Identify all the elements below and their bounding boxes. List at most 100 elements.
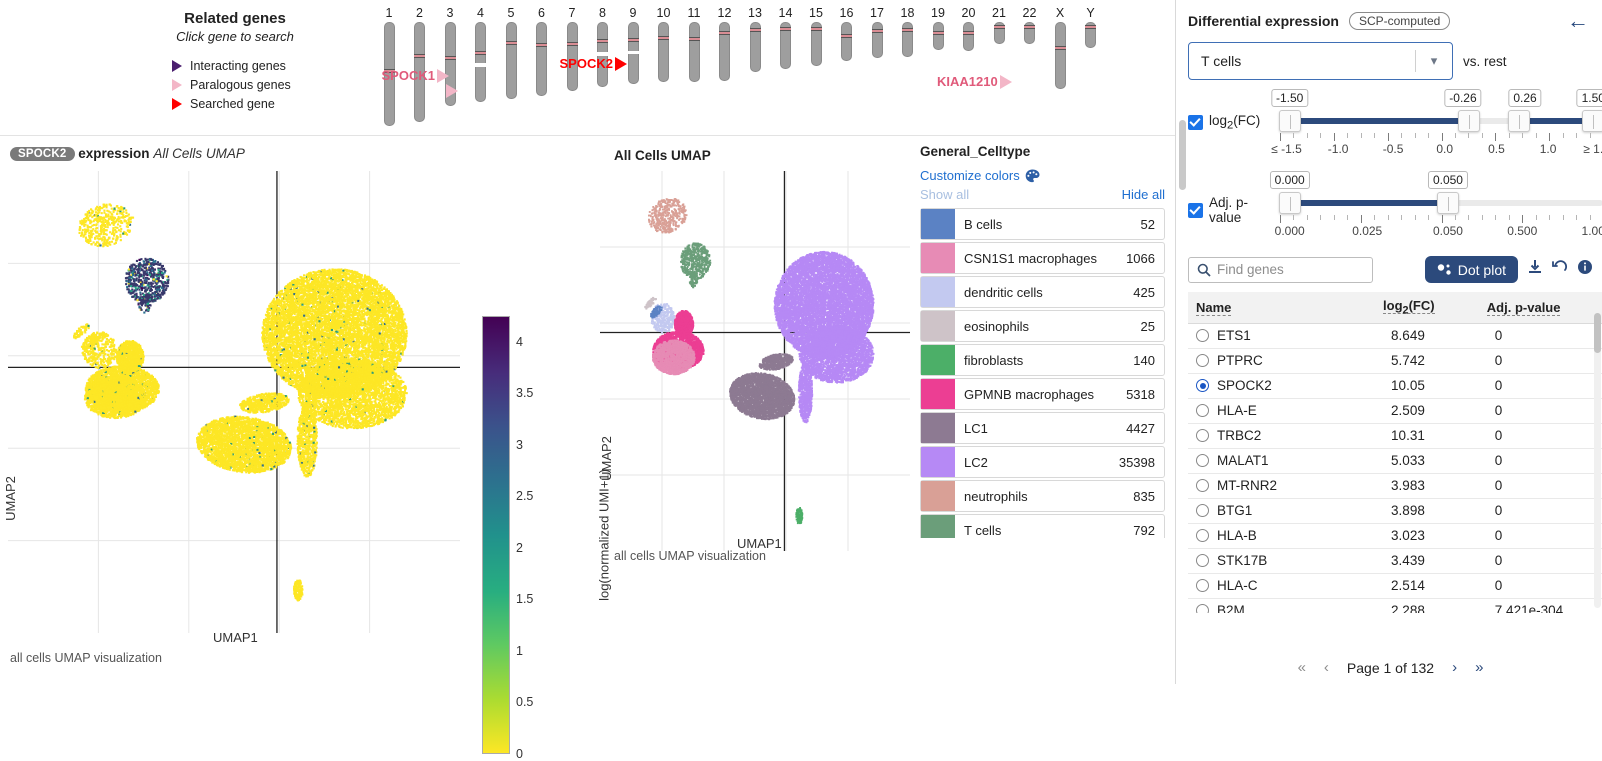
next-page-button[interactable]: ›: [1452, 659, 1457, 676]
fc-handle-1[interactable]: [1458, 110, 1480, 132]
umap-mid-svg[interactable]: [600, 171, 910, 551]
gene-radio[interactable]: [1196, 454, 1209, 467]
chromosome-5[interactable]: 5: [500, 6, 522, 99]
gene-radio[interactable]: [1196, 604, 1209, 613]
table-row[interactable]: HLA-B3.0230: [1188, 523, 1602, 548]
chromosome-X[interactable]: X: [1049, 6, 1071, 89]
table-row[interactable]: STK17B3.4390: [1188, 548, 1602, 573]
gene-name-cell[interactable]: HLA-E: [1188, 398, 1383, 423]
chromosome-8[interactable]: 8: [592, 6, 614, 87]
gene-radio[interactable]: [1196, 554, 1209, 567]
legend-color-swatch[interactable]: [921, 209, 955, 239]
chromosome-6[interactable]: 6: [531, 6, 553, 96]
gene-name-cell[interactable]: TRBC2: [1188, 423, 1383, 448]
legend-item-eosinophils[interactable]: eosinophils25: [920, 310, 1165, 342]
chromosome-Y[interactable]: Y: [1080, 6, 1102, 48]
table-row[interactable]: SPOCK210.050: [1188, 373, 1602, 398]
gene-radio[interactable]: [1196, 504, 1209, 517]
chromosome-15[interactable]: 15: [805, 6, 827, 66]
legend-item-b-cells[interactable]: B cells52: [920, 208, 1165, 240]
header-name[interactable]: Name: [1188, 292, 1383, 323]
gene-marker-kiaa1210[interactable]: KIAA1210: [937, 74, 1012, 89]
page-scrollbar[interactable]: [1179, 120, 1186, 190]
info-icon[interactable]: [1577, 259, 1593, 280]
legend-color-swatch[interactable]: [921, 481, 955, 511]
table-row[interactable]: TRBC210.310: [1188, 423, 1602, 448]
dot-plot-button[interactable]: Dot plot: [1425, 256, 1518, 283]
legend-item-neutrophils[interactable]: neutrophils835: [920, 480, 1165, 512]
fc-value-bubble[interactable]: -1.50: [1271, 89, 1308, 107]
gene-name-cell[interactable]: STK17B: [1188, 548, 1383, 573]
chromosome-ideogram[interactable]: 12345678910111213141516171819202122XYSPO…: [370, 6, 1050, 134]
legend-color-swatch[interactable]: [921, 311, 955, 341]
chromosome-16[interactable]: 16: [836, 6, 858, 61]
last-page-button[interactable]: »: [1475, 659, 1483, 676]
header-pvalue[interactable]: Adj. p-value: [1487, 292, 1602, 323]
gene-radio[interactable]: [1196, 329, 1209, 342]
fc-value-bubble[interactable]: 1.50: [1577, 89, 1602, 107]
download-icon[interactable]: [1527, 259, 1543, 280]
table-row[interactable]: MT-RNR23.9830: [1188, 473, 1602, 498]
gene-marker-spock1-paralog[interactable]: [446, 84, 458, 98]
gene-name-cell[interactable]: HLA-B: [1188, 523, 1383, 548]
chromosome-10[interactable]: 10: [653, 6, 675, 82]
pvalue-checkbox[interactable]: [1188, 203, 1203, 218]
gene-name-cell[interactable]: BTG1: [1188, 498, 1383, 523]
find-genes-input[interactable]: Find genes: [1188, 257, 1373, 283]
fc-value-bubble[interactable]: -0.26: [1444, 89, 1481, 107]
gene-radio[interactable]: [1196, 529, 1209, 542]
table-row[interactable]: B2M2.2887.421e-304: [1188, 598, 1602, 613]
gene-radio[interactable]: [1196, 429, 1209, 442]
fc-value-bubble[interactable]: 0.26: [1508, 89, 1541, 107]
table-row[interactable]: BTG13.8980: [1188, 498, 1602, 523]
fc-handle-2[interactable]: [1508, 110, 1530, 132]
chromosome-19[interactable]: 19: [927, 6, 949, 50]
chromosome-22[interactable]: 22: [1019, 6, 1041, 44]
gene-name-cell[interactable]: MT-RNR2: [1188, 473, 1383, 498]
arrow-left-icon[interactable]: ←: [1567, 12, 1589, 30]
legend-color-swatch[interactable]: [921, 379, 955, 409]
chromosome-12[interactable]: 12: [714, 6, 736, 81]
gene-radio[interactable]: [1196, 479, 1209, 492]
gene-name-cell[interactable]: SPOCK2: [1188, 373, 1383, 398]
chromosome-13[interactable]: 13: [744, 6, 766, 72]
pv-value-bubble[interactable]: 0.050: [1428, 171, 1468, 189]
gene-name-cell[interactable]: MALAT1: [1188, 448, 1383, 473]
table-row[interactable]: HLA-E2.5090: [1188, 398, 1602, 423]
expression-umap-scatter[interactable]: [8, 171, 460, 633]
gene-name-cell[interactable]: PTPRC: [1188, 348, 1383, 373]
legend-color-swatch[interactable]: [921, 413, 955, 443]
table-row[interactable]: HLA-C2.5140: [1188, 573, 1602, 598]
legend-color-swatch[interactable]: [921, 447, 955, 477]
legend-item-lc2[interactable]: LC235398: [920, 446, 1165, 478]
legend-item-gpmnb-macrophages[interactable]: GPMNB macrophages5318: [920, 378, 1165, 410]
gene-chip[interactable]: SPOCK2: [10, 147, 75, 161]
prev-page-button[interactable]: ‹: [1324, 659, 1329, 676]
legend-color-swatch[interactable]: [921, 243, 955, 273]
gene-name-cell[interactable]: B2M: [1188, 598, 1383, 613]
gene-marker-spock2[interactable]: SPOCK2: [560, 56, 627, 71]
table-row[interactable]: MALAT15.0330: [1188, 448, 1602, 473]
celltype-select[interactable]: T cells ▾: [1188, 42, 1453, 80]
gene-marker-spock1[interactable]: SPOCK1: [382, 68, 449, 83]
header-log2fc[interactable]: log2(FC): [1383, 292, 1487, 323]
chevron-down-icon[interactable]: ▾: [1416, 53, 1452, 69]
log2fc-checkbox[interactable]: [1188, 115, 1203, 130]
gene-radio[interactable]: [1196, 379, 1209, 392]
chromosome-9[interactable]: 9: [622, 6, 644, 84]
chromosome-11[interactable]: 11: [683, 6, 705, 82]
gene-radio[interactable]: [1196, 404, 1209, 417]
log2fc-slider[interactable]: [1280, 110, 1602, 132]
show-all-button[interactable]: Show all: [920, 187, 969, 202]
gene-name-cell[interactable]: ETS1: [1188, 323, 1383, 348]
pv-handle-0[interactable]: [1279, 192, 1301, 214]
chromosome-2[interactable]: 2: [409, 6, 431, 122]
legend-color-swatch[interactable]: [921, 277, 955, 307]
gene-radio[interactable]: [1196, 579, 1209, 592]
chromosome-7[interactable]: 7: [561, 6, 583, 91]
legend-item-t-cells[interactable]: T cells792: [920, 514, 1165, 538]
first-page-button[interactable]: «: [1298, 659, 1306, 676]
pv-handle-1[interactable]: [1437, 192, 1459, 214]
table-row[interactable]: PTPRC5.7420: [1188, 348, 1602, 373]
pvalue-slider[interactable]: [1280, 192, 1602, 214]
